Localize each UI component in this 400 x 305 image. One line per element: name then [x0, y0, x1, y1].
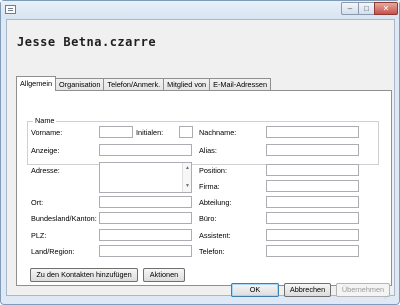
address-field[interactable]: ▲ ▼ [99, 162, 192, 193]
city-field[interactable] [99, 196, 192, 208]
tab-panel-allgemein: Name Vorname: Initialen: Nachname: Anzei… [16, 90, 392, 286]
add-to-contacts-button[interactable]: Zu den Kontakten hinzufügen [30, 268, 138, 282]
tab-allgemein[interactable]: Allgemein [16, 76, 57, 91]
first-name-field[interactable] [99, 126, 133, 138]
country-field[interactable] [99, 245, 192, 257]
maximize-button[interactable]: □ [358, 2, 375, 15]
minimize-button[interactable]: – [341, 2, 359, 15]
office-label: Büro: [199, 214, 217, 223]
display-name-label: Anzeige: [31, 146, 60, 155]
city-label: Ort: [31, 198, 44, 207]
department-field[interactable] [266, 196, 359, 208]
alias-label: Alias: [199, 146, 217, 155]
scroll-down-icon[interactable]: ▼ [185, 183, 190, 189]
title-bar[interactable]: – □ ✕ [1, 1, 399, 19]
assistant-label: Assistent: [199, 231, 231, 240]
initials-label: Initialen: [136, 128, 164, 137]
contact-name-heading: Jesse Betna.czarre [17, 35, 157, 49]
scroll-up-icon[interactable]: ▲ [185, 165, 190, 171]
initials-field[interactable] [179, 126, 193, 138]
last-name-label: Nachname: [199, 128, 237, 137]
actions-button[interactable]: Aktionen [143, 268, 185, 282]
properties-dialog: – □ ✕ Jesse Betna.czarre Allgemein Organ… [0, 0, 400, 305]
zip-label: PLZ: [31, 231, 47, 240]
state-label: Bundesland/Kanton: [31, 214, 97, 223]
contact-card-icon[interactable] [5, 5, 16, 14]
close-button[interactable]: ✕ [374, 2, 398, 15]
zip-field[interactable] [99, 229, 192, 241]
first-name-label: Vorname: [31, 128, 63, 137]
tab-strip: Allgemein Organisation Telefon/Anmerk. M… [16, 76, 272, 91]
phone-label: Telefon: [199, 247, 225, 256]
cancel-button[interactable]: Abbrechen [284, 283, 331, 297]
last-name-field[interactable] [266, 126, 359, 138]
resize-grip-icon[interactable]: ⋰ [384, 292, 394, 302]
department-label: Abteilung: [199, 198, 232, 207]
address-label: Adresse: [31, 166, 60, 175]
dialog-body: Jesse Betna.czarre Allgemein Organisatio… [6, 19, 395, 296]
apply-button: Übernehmen [336, 283, 390, 297]
ok-button[interactable]: OK [231, 283, 279, 297]
name-group-title: Name [33, 116, 57, 125]
alias-field[interactable] [266, 144, 359, 156]
country-label: Land/Region: [31, 247, 75, 256]
position-label: Position: [199, 166, 227, 175]
state-field[interactable] [99, 212, 192, 224]
display-name-field[interactable] [99, 144, 192, 156]
company-field[interactable] [266, 180, 359, 192]
assistant-field[interactable] [266, 229, 359, 241]
phone-field[interactable] [266, 245, 359, 257]
company-label: Firma: [199, 182, 220, 191]
address-scrollbar[interactable]: ▲ ▼ [182, 163, 191, 192]
position-field[interactable] [266, 164, 359, 176]
office-field[interactable] [266, 212, 359, 224]
